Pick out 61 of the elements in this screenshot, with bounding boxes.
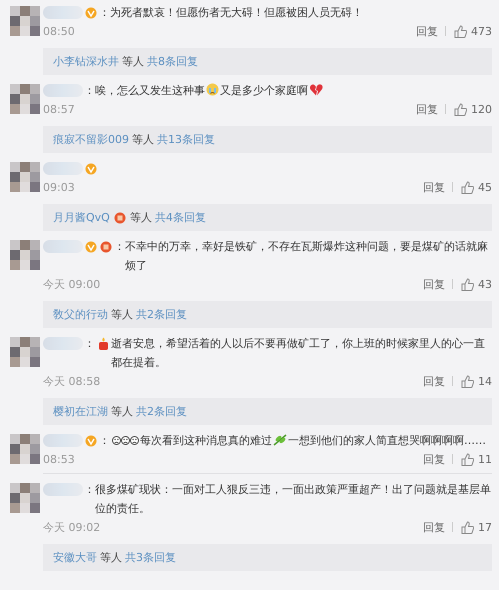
pixelated-avatar: [10, 240, 40, 270]
comment-time: 今天 08:58: [43, 374, 100, 388]
thumbs-up-icon: [454, 102, 467, 116]
leaf-icon: [273, 433, 287, 446]
comment-text: 每次看到这种消息真的难过: [140, 434, 272, 447]
comment-time: 今天 09:00: [43, 276, 100, 292]
pixelated-avatar: [10, 162, 40, 192]
pixelated-avatar: [10, 483, 40, 513]
like-button[interactable]: 14: [460, 374, 492, 388]
thumbs-up-icon: [454, 24, 467, 38]
comment-text: 逝者安息，希望活着的人以后不要再做矿工了，你上班的时候家里人的心一直都在提着。: [111, 337, 485, 369]
thumbs-up-icon: [461, 520, 474, 534]
thumbs-up-icon: [461, 180, 474, 194]
colon-text: ：: [99, 5, 110, 21]
like-button[interactable]: 11: [460, 452, 492, 466]
like-button[interactable]: 120: [453, 102, 492, 116]
comment-text: 不幸中的万幸，幸好是铁矿，不存在瓦斯爆炸这种问题，要是煤矿的话就麻烦了: [125, 240, 488, 272]
comment-time: 08:57: [43, 102, 75, 116]
like-button[interactable]: 17: [460, 520, 492, 534]
reply-link[interactable]: 回复: [423, 520, 445, 534]
sad-faces-icon: [112, 434, 139, 447]
pixelated-avatar: [10, 434, 40, 464]
pixelated-avatar: [10, 337, 40, 367]
pixelated-avatar: [10, 6, 40, 36]
blurred-username: [43, 240, 83, 253]
reply-link[interactable]: 回复: [416, 102, 438, 116]
reply-link[interactable]: 回复: [416, 24, 438, 38]
reply-link[interactable]: 回复: [423, 180, 445, 194]
reply-link[interactable]: 回复: [423, 374, 445, 388]
comment-text: 唉，怎么又发生这种事: [95, 84, 205, 97]
like-button[interactable]: 45: [460, 180, 492, 194]
colon-text: ：: [84, 482, 95, 498]
like-button[interactable]: 473: [453, 24, 492, 38]
colon-text: ：: [84, 336, 95, 352]
comment-time: 09:03: [43, 180, 75, 194]
comment-text: 又是多少个家庭啊: [220, 84, 308, 97]
thumbs-up-icon: [461, 374, 474, 388]
comment-time: 今天 09:02: [43, 520, 100, 534]
replies-summary[interactable]: 樱初在江湖 等人 共2条回复: [43, 398, 492, 425]
replies-summary[interactable]: 敎父的行动 等人 共2条回复: [43, 301, 492, 328]
colon-text: ：: [114, 239, 125, 255]
thumbs-up-icon: [461, 452, 474, 466]
candle-icon: [97, 337, 110, 350]
comment-text: 为死者默哀！但愿伤者无大碍！但愿被困人员无碍！: [110, 6, 363, 19]
reply-link[interactable]: 回复: [423, 452, 445, 466]
replies-summary[interactable]: 痕寂不留影009 等人 共13条回复: [43, 126, 492, 153]
crying-face-icon: [206, 83, 219, 96]
pixelated-avatar: [10, 84, 40, 114]
colon-text: ：: [84, 83, 95, 99]
colon-text: ：: [99, 433, 110, 449]
broken-heart-icon: [309, 83, 323, 96]
comment-text: 很多煤矿现状：一面对工人狠反三违，一面出政策严重超产！出了问题就是基层单位的责任。: [95, 483, 491, 515]
comment-text: 一想到他们的家人简直想哭啊啊啊啊……: [288, 434, 486, 447]
replies-summary[interactable]: 小李钻深水井 等人 共8条回复: [43, 48, 492, 75]
thumbs-up-icon: [461, 278, 474, 290]
comment-time: 08:53: [43, 452, 75, 466]
replies-summary[interactable]: 月月酱QvQ 等人 共4条回复: [43, 204, 492, 231]
like-button[interactable]: 43: [460, 278, 492, 290]
replies-summary[interactable]: 安徽大哥 等人 共3条回复: [43, 544, 492, 571]
reply-link[interactable]: 回复: [423, 276, 445, 292]
comment-time: 08:50: [43, 24, 75, 38]
